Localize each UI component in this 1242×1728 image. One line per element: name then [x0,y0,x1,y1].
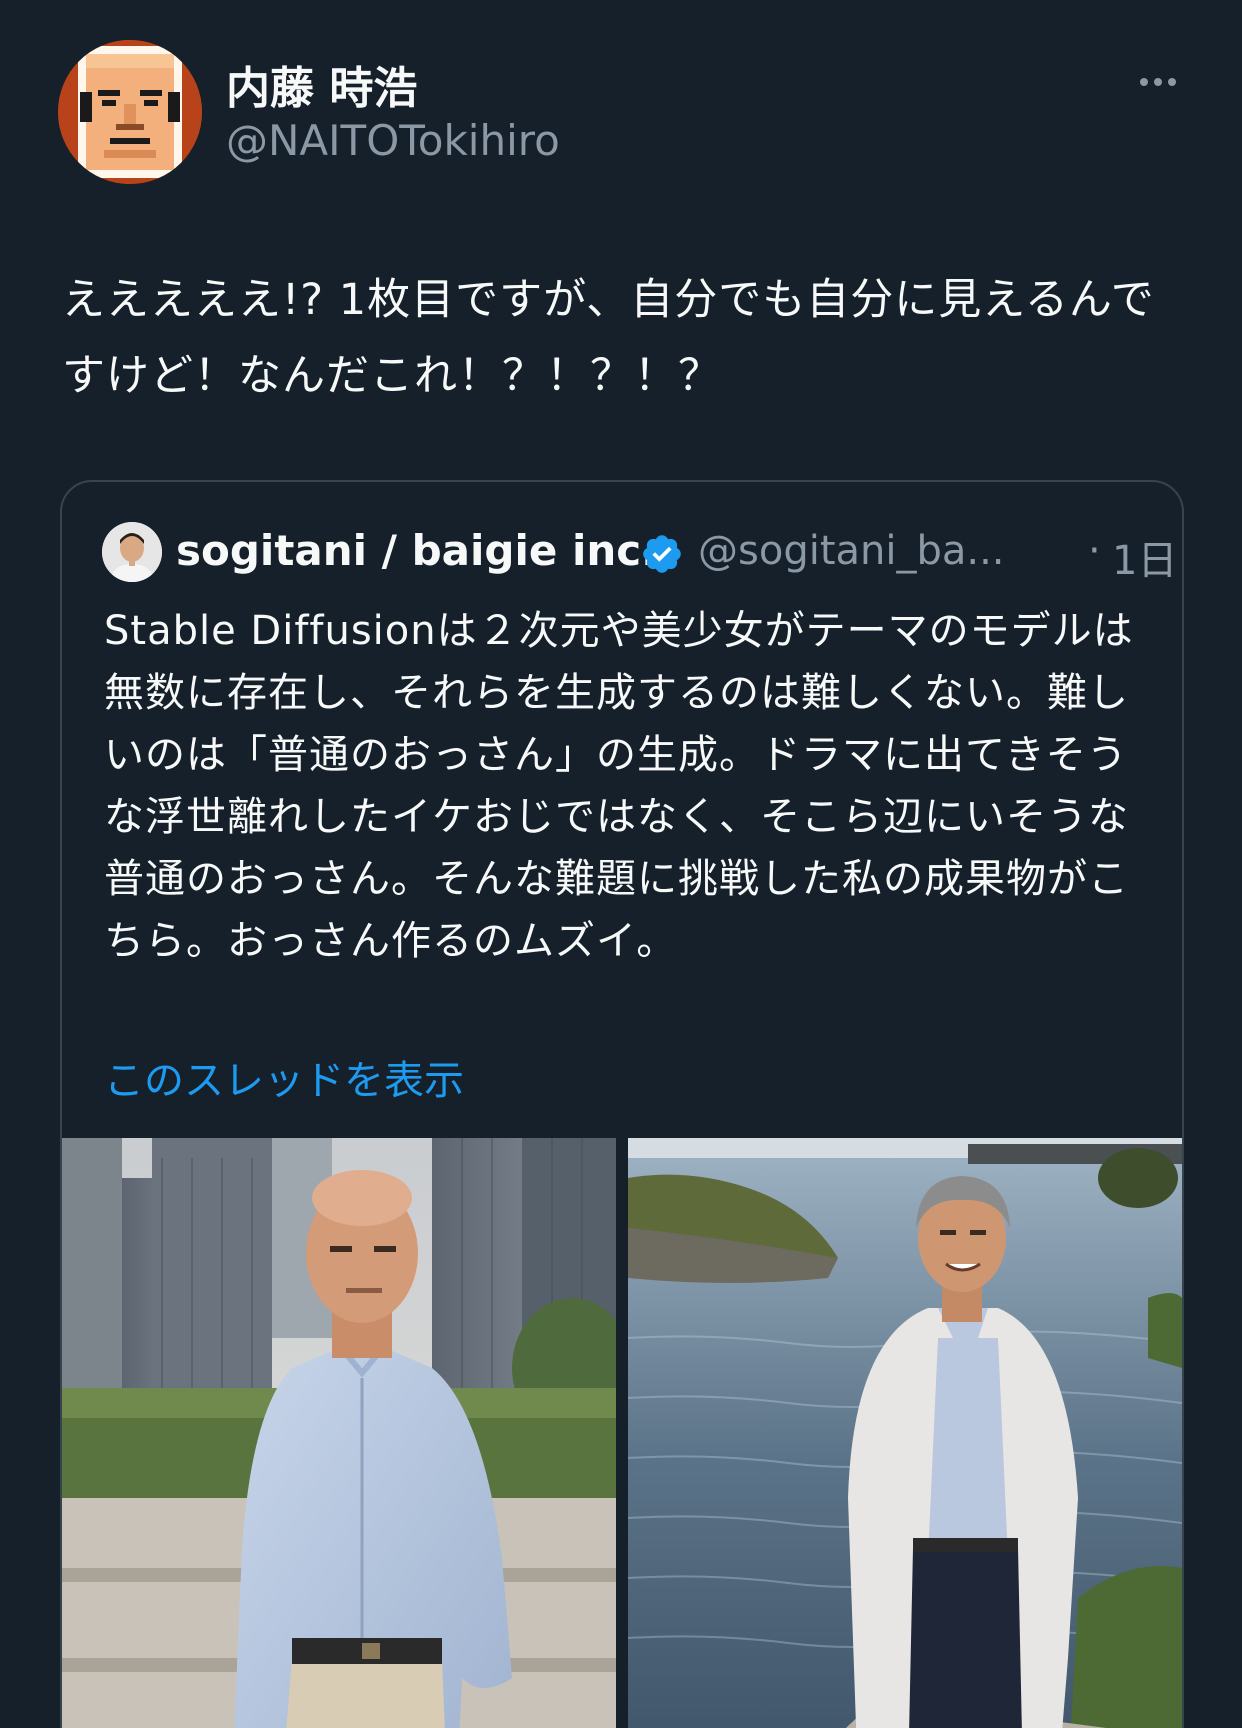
media-image-1[interactable] [62,1138,616,1728]
more-horizontal-icon [1168,78,1176,86]
more-horizontal-icon [1140,78,1148,86]
tweet-text: えええええ!? 1枚目ですが、自分でも自分に見えるんですけど！なんだこれ！？！？… [62,275,1155,401]
quoted-tweet-card[interactable]: sogitani / baigie inc. @sogitani_ba... ·… [60,480,1184,1728]
tweet-detail-page: 内藤 時浩 @NAITOTokihiro えええええ!? 1枚目ですが、自分でも… [0,0,1242,1728]
quoted-author-avatar[interactable] [102,522,162,582]
quoted-tweet-text: Stable Diffusionは２次元や美少女がテーマのモデルは無数に存在し、… [104,608,1134,964]
show-thread-link[interactable]: このスレッドを表示 [104,1048,464,1106]
pixel-art-face-avatar-icon [58,40,202,184]
verified-badge-icon [643,535,681,573]
photo-man-waterfront-icon [628,1138,1182,1728]
more-horizontal-icon [1154,78,1162,86]
media-image-2[interactable] [628,1138,1182,1728]
quoted-author-handle[interactable]: @sogitani_ba... [698,528,1005,574]
more-options-button[interactable] [1126,62,1190,102]
quoted-tweet-timestamp[interactable]: 1日 [1112,528,1177,586]
meta-separator: · [1088,528,1101,574]
photo-man-city-buildings-icon [62,1138,616,1728]
person-photo-avatar-icon [102,522,162,582]
author-handle[interactable]: @NAITOTokihiro [226,116,560,165]
author-avatar[interactable] [58,40,202,184]
quoted-author-display-name[interactable]: sogitani / baigie inc. [176,526,657,575]
author-display-name[interactable]: 内藤 時浩 [226,52,417,116]
